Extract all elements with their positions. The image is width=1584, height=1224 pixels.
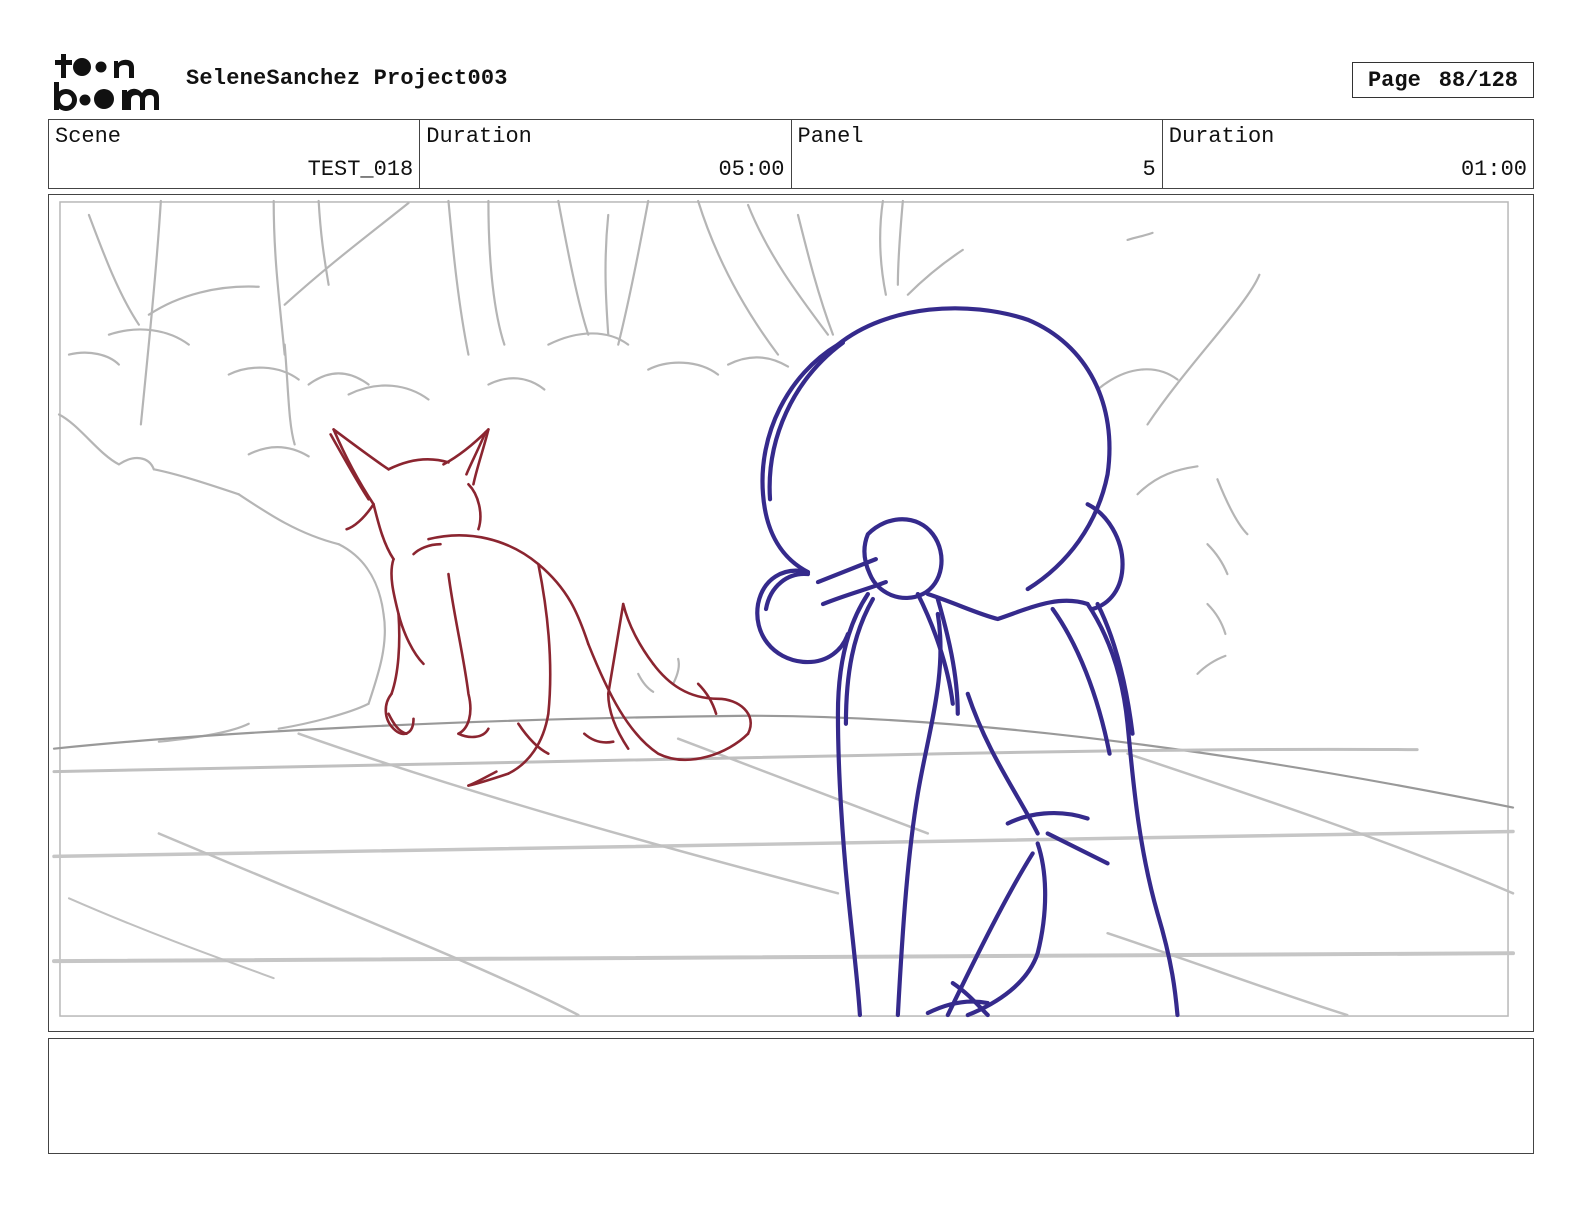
panel-duration-label: Duration xyxy=(1168,124,1275,149)
panel-value: 5 xyxy=(1142,157,1156,182)
panel-duration-value: 01:00 xyxy=(1460,157,1527,182)
toon-boom-logo xyxy=(52,50,164,112)
panel-label: Panel xyxy=(797,124,864,149)
scene-label: Scene xyxy=(55,124,122,149)
scene-value: TEST_018 xyxy=(307,157,414,182)
page-label: Page xyxy=(1367,67,1421,93)
panel-info-table: Scene TEST_018 Duration 05:00 Panel 5 Du… xyxy=(48,119,1534,189)
scene-cell: Scene TEST_018 xyxy=(49,120,421,188)
page-indicator: Page 88/128 xyxy=(1352,62,1534,98)
character-sketch xyxy=(755,306,1180,1018)
page-number: 88/128 xyxy=(1438,67,1519,93)
scene-duration-label: Duration xyxy=(426,124,532,149)
logo-mark xyxy=(54,54,159,111)
scene-duration-cell: Duration 05:00 xyxy=(420,120,792,188)
panel-notes-box[interactable] xyxy=(48,1038,1534,1154)
background-sketch xyxy=(51,199,1516,1017)
scene-duration-value: 05:00 xyxy=(718,157,785,182)
safe-frame xyxy=(59,201,1509,1017)
storyboard-panel xyxy=(48,194,1534,1032)
sketch-drawing xyxy=(51,199,1516,1018)
project-title: SeleneSanchez Project003 xyxy=(186,66,508,91)
fox-sketch xyxy=(329,428,752,787)
panel-cell: Panel 5 xyxy=(792,120,1163,188)
panel-duration-cell: Duration 01:00 xyxy=(1163,120,1533,188)
